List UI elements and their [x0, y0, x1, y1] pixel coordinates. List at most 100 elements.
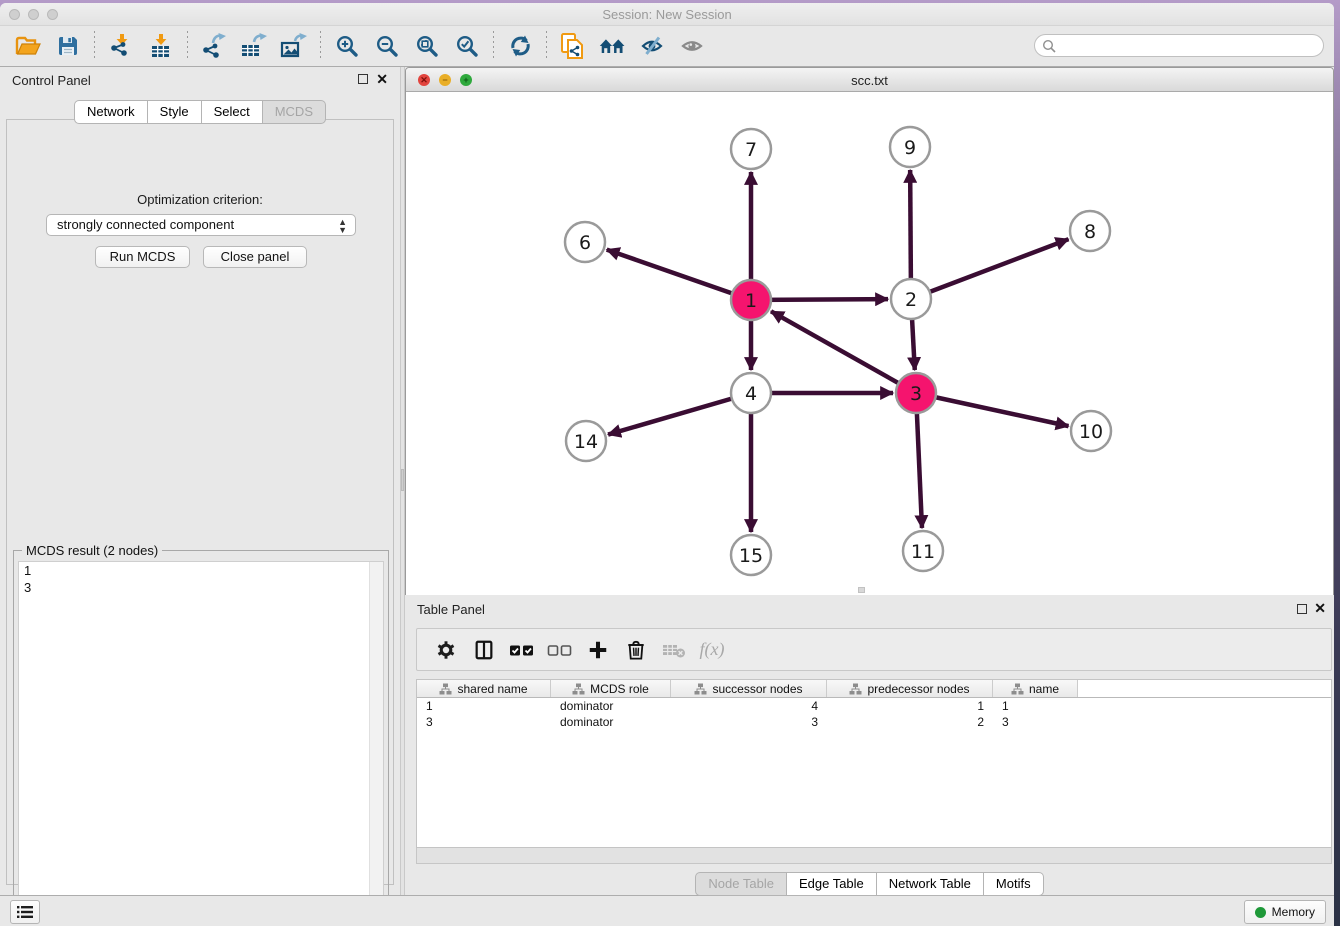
open-session-icon[interactable]: [13, 31, 43, 61]
table-cell[interactable]: 3: [993, 715, 1078, 729]
memory-button[interactable]: Memory: [1244, 900, 1326, 924]
tab-select[interactable]: Select: [202, 100, 263, 124]
table-cell[interactable]: 1: [993, 699, 1078, 713]
close-panel-icon[interactable]: ✕: [376, 71, 388, 87]
import-network-icon[interactable]: [106, 31, 136, 61]
search-field[interactable]: [1034, 34, 1324, 57]
clone-network-icon[interactable]: [558, 31, 588, 61]
select-all-icon[interactable]: [507, 635, 537, 665]
tab-style[interactable]: Style: [148, 100, 202, 124]
table-float-icon[interactable]: [1297, 604, 1307, 614]
graph-node-1[interactable]: 1: [731, 280, 771, 320]
delete-column-icon[interactable]: [659, 635, 689, 665]
table-row[interactable]: 1dominator411: [417, 698, 1331, 714]
column-header-name[interactable]: name: [993, 680, 1078, 697]
svg-text:15: 15: [739, 545, 763, 567]
table-panel-title: Table Panel: [417, 602, 485, 617]
column-header-predecessor-nodes[interactable]: predecessor nodes: [827, 680, 993, 697]
svg-text:14: 14: [574, 431, 598, 453]
optimization-criterion-label: Optimization criterion:: [7, 192, 393, 207]
zoom-out-icon[interactable]: [372, 31, 402, 61]
table-tab-edge-table[interactable]: Edge Table: [787, 872, 877, 896]
graph-edge-3-10[interactable]: [916, 393, 1069, 426]
optimization-criterion-dropdown[interactable]: strongly connected component ▲▼: [46, 214, 356, 236]
zoom-selected-icon[interactable]: [452, 31, 482, 61]
network-window-titlebar[interactable]: ✕ − + scc.txt: [406, 68, 1333, 92]
application-window: Session: New Session: [0, 3, 1334, 926]
export-image-icon[interactable]: [279, 31, 309, 61]
canvas-grip[interactable]: [858, 587, 865, 593]
column-header-MCDS-role[interactable]: MCDS role: [551, 680, 671, 697]
table-cell[interactable]: dominator: [551, 715, 671, 729]
mcds-result-title: MCDS result (2 nodes): [22, 543, 162, 558]
add-row-icon[interactable]: [583, 635, 613, 665]
control-panel-title: Control Panel: [12, 73, 91, 88]
svg-text:6: 6: [579, 232, 591, 254]
table-cell[interactable]: 1: [417, 699, 551, 713]
graph-node-3[interactable]: 3: [896, 373, 936, 413]
graph-node-2[interactable]: 2: [891, 279, 931, 319]
graph-node-14[interactable]: 14: [566, 421, 606, 461]
table-panel: Table Panel ✕: [405, 595, 1334, 895]
network-graph[interactable]: 7 9 6 8 1 2 4 3 14 10 15 11: [406, 92, 1333, 595]
search-input[interactable]: [1061, 37, 1316, 54]
graph-edge-4-14[interactable]: [608, 393, 751, 435]
column-header-label: successor nodes: [712, 682, 802, 696]
table-cell[interactable]: dominator: [551, 699, 671, 713]
table-scrollbar-track[interactable]: [416, 848, 1332, 864]
column-hierarchy-icon: [849, 683, 862, 695]
graph-node-6[interactable]: 6: [565, 222, 605, 262]
table-cell[interactable]: 3: [417, 715, 551, 729]
table-tab-motifs[interactable]: Motifs: [984, 872, 1044, 896]
task-history-button[interactable]: [10, 900, 40, 924]
close-panel-button[interactable]: Close panel: [203, 246, 307, 268]
table-row[interactable]: 3dominator323: [417, 714, 1331, 730]
window-titlebar[interactable]: Session: New Session: [0, 3, 1334, 26]
export-table-icon[interactable]: [239, 31, 269, 61]
delete-row-icon[interactable]: [621, 635, 651, 665]
run-mcds-button[interactable]: Run MCDS: [95, 246, 190, 268]
deselect-all-icon[interactable]: [545, 635, 575, 665]
splitter-grip[interactable]: [401, 469, 404, 491]
table-cell[interactable]: 2: [827, 715, 993, 729]
graph-node-15[interactable]: 15: [731, 535, 771, 575]
zoom-fit-icon[interactable]: [412, 31, 442, 61]
table-tab-node-table[interactable]: Node Table: [695, 872, 787, 896]
hide-panels-icon[interactable]: [638, 31, 668, 61]
table-tab-network-table[interactable]: Network Table: [877, 872, 984, 896]
graph-node-9[interactable]: 9: [890, 127, 930, 167]
refresh-layout-icon[interactable]: [505, 31, 535, 61]
graph-node-7[interactable]: 7: [731, 129, 771, 169]
memory-label: Memory: [1272, 905, 1315, 919]
graph-node-10[interactable]: 10: [1071, 411, 1111, 451]
show-panels-icon[interactable]: [678, 31, 708, 61]
tab-mcds[interactable]: MCDS: [263, 100, 326, 124]
graph-node-8[interactable]: 8: [1070, 211, 1110, 251]
graph-edge-1-6[interactable]: [607, 250, 751, 300]
table-cell[interactable]: 3: [671, 715, 827, 729]
column-header-successor-nodes[interactable]: successor nodes: [671, 680, 827, 697]
table-close-icon[interactable]: ✕: [1314, 600, 1326, 616]
home-icon[interactable]: [598, 31, 628, 61]
graph-edge-3-1[interactable]: [771, 311, 916, 393]
node-table: shared nameMCDS role successor nodes prede…: [416, 679, 1332, 848]
export-network-icon[interactable]: [199, 31, 229, 61]
save-session-icon[interactable]: [53, 31, 83, 61]
table-cell[interactable]: 1: [827, 699, 993, 713]
graph-edge-2-8[interactable]: [911, 239, 1068, 299]
column-header-shared-name[interactable]: shared name: [417, 680, 551, 697]
zoom-in-icon[interactable]: [332, 31, 362, 61]
tab-network[interactable]: Network: [74, 100, 148, 124]
mcds-result-list[interactable]: 13: [18, 561, 384, 923]
graph-node-11[interactable]: 11: [903, 531, 943, 571]
result-scrollbar[interactable]: [369, 562, 383, 922]
table-settings-icon[interactable]: [431, 635, 461, 665]
network-canvas[interactable]: 7 9 6 8 1 2 4 3 14 10 15 11: [406, 92, 1333, 595]
show-columns-icon[interactable]: [469, 635, 499, 665]
table-cell[interactable]: 4: [671, 699, 827, 713]
list-icon: [17, 905, 33, 919]
float-panel-icon[interactable]: [358, 74, 368, 84]
apply-function-icon[interactable]: f(x): [697, 635, 727, 665]
import-table-icon[interactable]: [146, 31, 176, 61]
graph-node-4[interactable]: 4: [731, 373, 771, 413]
